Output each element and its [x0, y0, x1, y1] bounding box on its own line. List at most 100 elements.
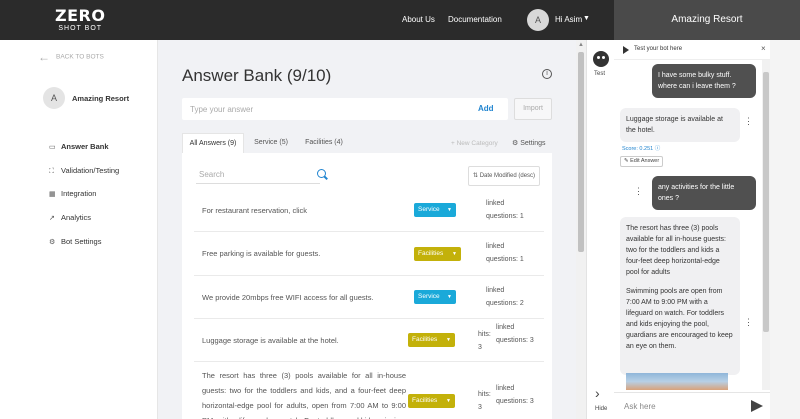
bot-message: Luggage storage is available at the hote…	[620, 108, 740, 142]
sidebar-item-label: Validation/Testing	[61, 166, 120, 175]
info-icon[interactable]: i	[542, 69, 552, 79]
test-toggle-strip: Test › Hide	[586, 40, 614, 419]
table-row[interactable]: The resort has three (3) pools available…	[194, 362, 544, 419]
logo[interactable]: ZERO SHOT BOT	[55, 6, 106, 33]
table-row[interactable]: For restaurant reservation, click Servic…	[194, 189, 544, 232]
table-row[interactable]: We provide 20mbps free WIFI access for a…	[194, 276, 544, 319]
answers-panel: ⇅ Date Modified (desc) For restaurant re…	[182, 153, 552, 419]
settings-label: Settings	[520, 140, 546, 147]
add-button[interactable]: Add	[478, 104, 494, 113]
tab-facilities[interactable]: Facilities (4)	[298, 133, 350, 153]
tab-service[interactable]: Service (5)	[248, 133, 294, 153]
answer-text: For restaurant reservation, click	[202, 206, 308, 215]
chevron-right-icon[interactable]: ›	[595, 385, 600, 401]
bot-avatar: A	[43, 87, 65, 109]
table-row[interactable]: Free parking is available for guests. Fa…	[194, 232, 544, 276]
nav-documentation[interactable]: Documentation	[448, 15, 502, 24]
tag-label: Facilities	[418, 250, 444, 257]
linked-questions: linked questions: 2	[486, 287, 524, 307]
bot-name: Amazing Resort	[72, 94, 130, 103]
play-icon[interactable]	[623, 46, 629, 54]
gear-icon: ⚙	[512, 140, 521, 147]
sidebar-item-bot-settings[interactable]: ⚙ Bot Settings	[49, 237, 101, 246]
search-input[interactable]	[196, 166, 320, 184]
hits-count: hits: 3	[478, 331, 491, 351]
trend-icon: ↗	[49, 215, 55, 222]
category-tag-facilities[interactable]: Facilities ▼	[408, 333, 455, 347]
bot-paragraph: The resort has three (3) pools available…	[626, 225, 727, 276]
answer-input[interactable]	[182, 98, 508, 120]
tag-label: Service	[418, 206, 440, 213]
answer-text: The resort has three (3) pools available…	[202, 371, 406, 419]
tab-all-answers[interactable]: All Answers (9)	[182, 133, 244, 153]
main-scrollbar[interactable]: ▲	[576, 40, 586, 419]
scrollbar-thumb[interactable]	[578, 52, 584, 252]
logo-line1: ZERO	[55, 6, 106, 25]
category-tag-facilities[interactable]: Facilities ▼	[414, 247, 461, 261]
chevron-down-icon: ▼	[452, 251, 457, 257]
expand-icon: ⛶	[49, 168, 54, 175]
chat-input[interactable]	[620, 397, 745, 416]
category-tag-facilities[interactable]: Facilities ▼	[408, 394, 455, 408]
grid-icon: ▦	[49, 191, 56, 198]
back-arrow-icon: ←	[38, 50, 50, 64]
chevron-down-icon: ▼	[447, 207, 452, 213]
scroll-up-icon[interactable]: ▲	[578, 42, 584, 48]
book-icon: ▭	[49, 144, 56, 151]
user-menu-caret-icon[interactable]: ▼	[583, 15, 590, 22]
new-category-button[interactable]: + New Category	[451, 140, 498, 147]
message-menu-icon[interactable]: ⋮	[744, 317, 753, 328]
category-tag-service[interactable]: Service ▼	[414, 290, 456, 304]
sidebar-item-label: Bot Settings	[61, 237, 102, 246]
search-icon[interactable]	[317, 169, 326, 178]
chat-header-title: Amazing Resort	[614, 0, 800, 40]
chat-scrollbar[interactable]	[762, 60, 770, 390]
back-to-bots-link[interactable]: ← BACK TO BOTS	[38, 50, 104, 64]
logo-line2: SHOT BOT	[58, 25, 103, 32]
nav-about-us[interactable]: About Us	[402, 15, 435, 24]
linked-questions: linked questions: 3	[496, 385, 534, 405]
sidebar-item-integration[interactable]: ▦ Integration	[49, 189, 96, 198]
page-title: Answer Bank (9/10)	[182, 66, 332, 85]
sidebar-item-validation[interactable]: ⛶ Validation/Testing	[49, 166, 119, 176]
chevron-down-icon: ▼	[446, 337, 451, 343]
sidebar-item-answer-bank[interactable]: ▭ Answer Bank	[49, 142, 109, 151]
edit-answer-button[interactable]: ✎ Edit Answer	[620, 156, 664, 167]
answer-text: We provide 20mbps free WIFI access for a…	[202, 293, 374, 302]
category-settings-button[interactable]: ⚙ Settings	[512, 139, 546, 147]
chevron-down-icon: ▼	[447, 294, 452, 300]
sidebar-item-label: Analytics	[61, 213, 92, 222]
answer-text: Free parking is available for guests.	[202, 249, 321, 258]
page-backdrop	[770, 40, 800, 419]
linked-questions: linked questions: 1	[486, 200, 524, 220]
bot-paragraph: Swimming pools are open from 7:00 AM to …	[626, 288, 733, 350]
user-greeting[interactable]: Hi Asim	[555, 15, 582, 24]
import-button[interactable]: Import	[514, 98, 552, 120]
message-menu-icon[interactable]: ⋮	[634, 186, 643, 197]
send-icon[interactable]	[751, 400, 763, 412]
chat-input-bar	[614, 392, 770, 419]
hide-label[interactable]: Hide	[595, 406, 607, 412]
sidebar-item-analytics[interactable]: ↗ Analytics	[49, 213, 91, 222]
table-row[interactable]: Luggage storage is available at the hote…	[194, 319, 544, 362]
gear-icon: ⚙	[49, 239, 56, 246]
robot-icon[interactable]	[593, 51, 609, 67]
tag-label: Facilities	[412, 336, 438, 343]
sidebar-item-label: Integration	[61, 189, 97, 198]
tag-label: Facilities	[412, 397, 438, 404]
score-label: Score: 0.251 ⓘ	[622, 144, 660, 152]
close-icon[interactable]: ×	[761, 44, 766, 53]
user-message: I have some bulky stuff. where can i lea…	[652, 64, 756, 98]
user-avatar[interactable]: A	[527, 9, 549, 31]
message-menu-icon[interactable]: ⋮	[744, 116, 753, 127]
category-tag-service[interactable]: Service ▼	[414, 203, 456, 217]
edit-icon: ✎	[624, 158, 629, 164]
linked-questions: linked questions: 1	[486, 243, 524, 263]
hits-count: hits: 3	[478, 391, 491, 411]
test-label[interactable]: Test	[594, 71, 605, 77]
chat-scrollbar-thumb[interactable]	[763, 72, 769, 332]
linked-questions: linked questions: 3	[496, 324, 534, 344]
sidebar-item-label: Answer Bank	[61, 142, 109, 151]
sort-button[interactable]: ⇅ Date Modified (desc)	[468, 166, 540, 186]
